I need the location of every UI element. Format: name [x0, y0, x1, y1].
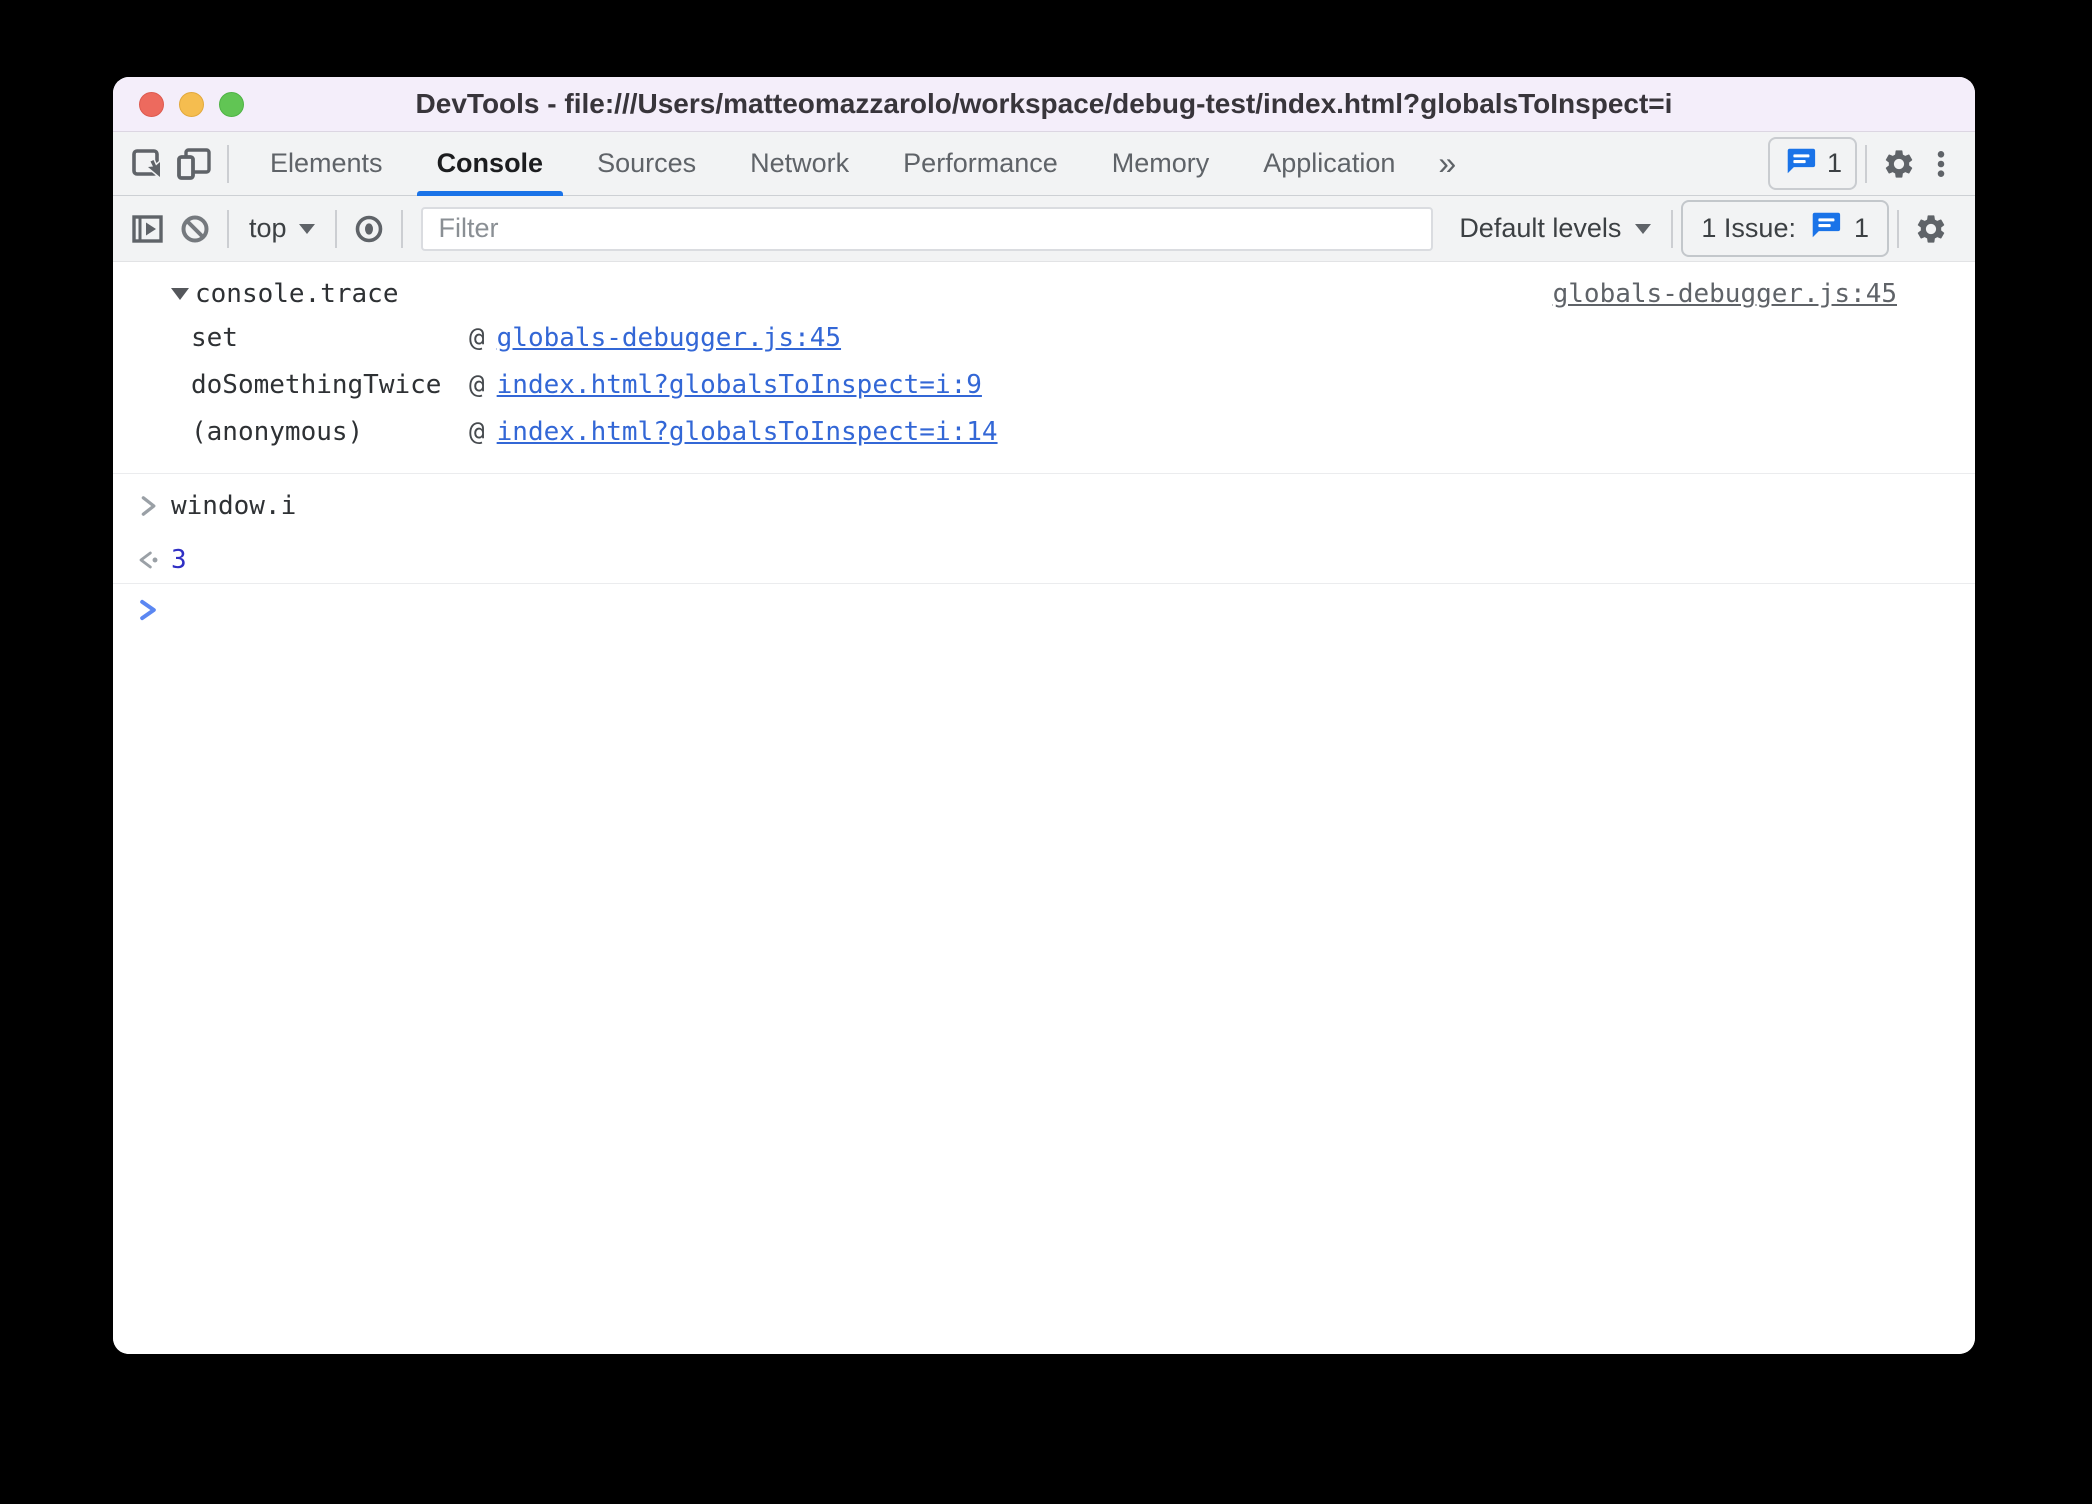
- tab-console[interactable]: Console: [410, 132, 571, 196]
- console-trace-message: console.trace globals-debugger.js:45: [113, 274, 1975, 314]
- chat-bubble-icon: [1783, 144, 1817, 183]
- divider: [1671, 209, 1674, 248]
- stack-frame: doSomethingTwice @ index.html?globalsToI…: [113, 361, 1975, 408]
- divider: [334, 209, 337, 248]
- inspect-element-button[interactable]: [123, 138, 171, 190]
- context-label: top: [249, 213, 287, 243]
- live-expression-button[interactable]: [345, 203, 393, 255]
- chat-bubble-icon: [1808, 208, 1842, 249]
- console-sidebar-toggle-button[interactable]: [123, 203, 171, 255]
- divider: [1897, 209, 1899, 248]
- log-levels-dropdown[interactable]: Default levels: [1447, 213, 1663, 244]
- chevron-down-icon: [1635, 223, 1652, 234]
- divider: [1865, 144, 1867, 183]
- console-command: window.i: [113, 473, 1975, 537]
- chevron-down-icon: [298, 223, 315, 234]
- messages-count: 1: [1826, 148, 1842, 178]
- frame-source-link[interactable]: index.html?globalsToInspect=i:14: [497, 417, 998, 447]
- filter-input[interactable]: [420, 206, 1434, 251]
- messages-badge-button[interactable]: 1: [1767, 137, 1857, 190]
- gear-icon: [1882, 147, 1916, 181]
- levels-label: Default levels: [1459, 213, 1622, 243]
- console-settings-button[interactable]: [1907, 203, 1955, 255]
- frame-source-link[interactable]: globals-debugger.js:45: [497, 323, 841, 353]
- javascript-context-dropdown[interactable]: top: [237, 213, 327, 244]
- result-value: 3: [171, 545, 187, 575]
- settings-button[interactable]: [1875, 138, 1923, 190]
- zoom-window-button[interactable]: [219, 92, 244, 117]
- gear-icon: [1914, 212, 1948, 246]
- console-toolbar: top Default levels 1 Issue:: [113, 196, 1975, 262]
- source-location-link[interactable]: globals-debugger.js:45: [1553, 279, 1897, 309]
- clear-console-button[interactable]: [171, 203, 219, 255]
- tab-network[interactable]: Network: [723, 132, 876, 196]
- stack-frame: set @ globals-debugger.js:45: [113, 314, 1975, 361]
- divider: [227, 144, 229, 183]
- frame-at: @: [469, 369, 485, 400]
- device-toolbar-icon: [175, 144, 215, 184]
- three-dots-icon: [1926, 147, 1956, 181]
- frame-at: @: [469, 416, 485, 447]
- tab-application[interactable]: Application: [1236, 132, 1422, 196]
- return-value-icon: [135, 546, 171, 574]
- prompt-chevron-icon: [135, 596, 171, 624]
- titlebar[interactable]: DevTools - file:///Users/matteomazzarolo…: [113, 77, 1975, 132]
- console-prompt[interactable]: [113, 583, 1975, 635]
- tab-sources[interactable]: Sources: [570, 132, 723, 196]
- device-toolbar-button[interactable]: [171, 138, 219, 190]
- console-result: 3: [113, 537, 1975, 583]
- divider: [400, 209, 403, 248]
- window-title: DevTools - file:///Users/matteomazzarolo…: [415, 88, 1673, 119]
- menu-button[interactable]: [1923, 138, 1959, 190]
- inspect-cursor-icon: [127, 144, 167, 184]
- tab-elements[interactable]: Elements: [243, 132, 410, 196]
- frame-function-name: (anonymous): [191, 416, 364, 447]
- frame-at: @: [469, 322, 485, 353]
- block-icon: [175, 209, 215, 249]
- issues-label: 1 Issue:: [1701, 213, 1796, 243]
- frame-function-name: doSomethingTwice: [191, 369, 442, 400]
- console-messages: console.trace globals-debugger.js:45 set…: [113, 262, 1975, 1354]
- eye-icon: [349, 209, 389, 249]
- issues-button[interactable]: 1 Issue: 1: [1681, 200, 1889, 257]
- tab-memory[interactable]: Memory: [1085, 132, 1237, 196]
- devtools-window: DevTools - file:///Users/matteomazzarolo…: [113, 77, 1975, 1354]
- issues-count: 1: [1853, 213, 1869, 243]
- tab-performance[interactable]: Performance: [876, 132, 1085, 196]
- trace-label: console.trace: [195, 279, 399, 309]
- frame-source-link[interactable]: index.html?globalsToInspect=i:9: [497, 370, 982, 400]
- stack-frame: (anonymous) @ index.html?globalsToInspec…: [113, 408, 1975, 455]
- frame-function-name: set: [191, 322, 238, 353]
- close-window-button[interactable]: [139, 92, 164, 117]
- command-text: window.i: [171, 490, 297, 521]
- divider: [227, 209, 229, 248]
- collapse-triangle-icon[interactable]: [171, 288, 189, 300]
- minimize-window-button[interactable]: [179, 92, 204, 117]
- devtools-tabbar: Elements Console Sources Network Perform…: [113, 132, 1975, 196]
- more-tabs-button[interactable]: »: [1422, 145, 1472, 182]
- traffic-lights: [139, 77, 244, 132]
- chevron-right-icon: [135, 492, 171, 520]
- panel-tabs: Elements Console Sources Network Perform…: [243, 132, 1422, 196]
- sidebar-toggle-icon: [127, 209, 167, 249]
